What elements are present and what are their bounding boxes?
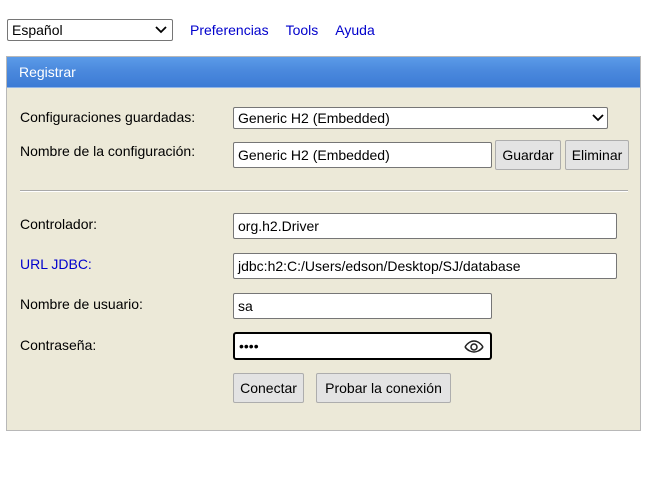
password-label: Contraseña: xyxy=(20,337,97,353)
setting-name-label: Nombre de la configuración: xyxy=(20,143,196,159)
top-links: Preferencias Tools Ayuda xyxy=(190,22,392,38)
user-name-label: Nombre de usuario: xyxy=(20,296,143,312)
tools-link[interactable]: Tools xyxy=(286,22,319,38)
top-bar: Español Preferencias Tools Ayuda xyxy=(7,19,392,41)
saved-settings-select[interactable]: Generic H2 (Embedded) xyxy=(233,107,608,129)
saved-settings-label: Configuraciones guardadas: xyxy=(20,109,196,125)
eye-icon[interactable] xyxy=(464,338,484,354)
saved-settings-value: Generic H2 (Embedded) xyxy=(238,110,390,126)
password-input[interactable]: •••• xyxy=(233,332,492,360)
connect-button[interactable]: Conectar xyxy=(233,373,304,403)
save-button[interactable]: Guardar xyxy=(495,140,561,170)
language-select[interactable]: Español xyxy=(7,19,173,41)
language-select-value: Español xyxy=(12,22,63,38)
test-connection-button[interactable]: Probar la conexión xyxy=(316,373,451,403)
login-panel: Registrar Configuraciones guardadas: Gen… xyxy=(6,56,641,431)
help-link[interactable]: Ayuda xyxy=(335,22,374,38)
panel-title: Registrar xyxy=(7,57,640,88)
password-value: •••• xyxy=(239,338,259,354)
jdbc-url-label[interactable]: URL JDBC: xyxy=(20,256,92,272)
chevron-down-icon xyxy=(591,111,605,125)
user-name-input[interactable]: sa xyxy=(233,293,492,319)
driver-label: Controlador: xyxy=(20,216,98,232)
driver-input[interactable]: org.h2.Driver xyxy=(233,213,617,239)
chevron-down-icon xyxy=(154,23,168,37)
setting-name-input[interactable]: Generic H2 (Embedded) xyxy=(233,142,492,168)
jdbc-url-input[interactable]: jdbc:h2:C:/Users/edson/Desktop/SJ/databa… xyxy=(233,253,617,279)
preferences-link[interactable]: Preferencias xyxy=(190,22,269,38)
divider xyxy=(20,190,628,192)
remove-button[interactable]: Eliminar xyxy=(565,140,629,170)
